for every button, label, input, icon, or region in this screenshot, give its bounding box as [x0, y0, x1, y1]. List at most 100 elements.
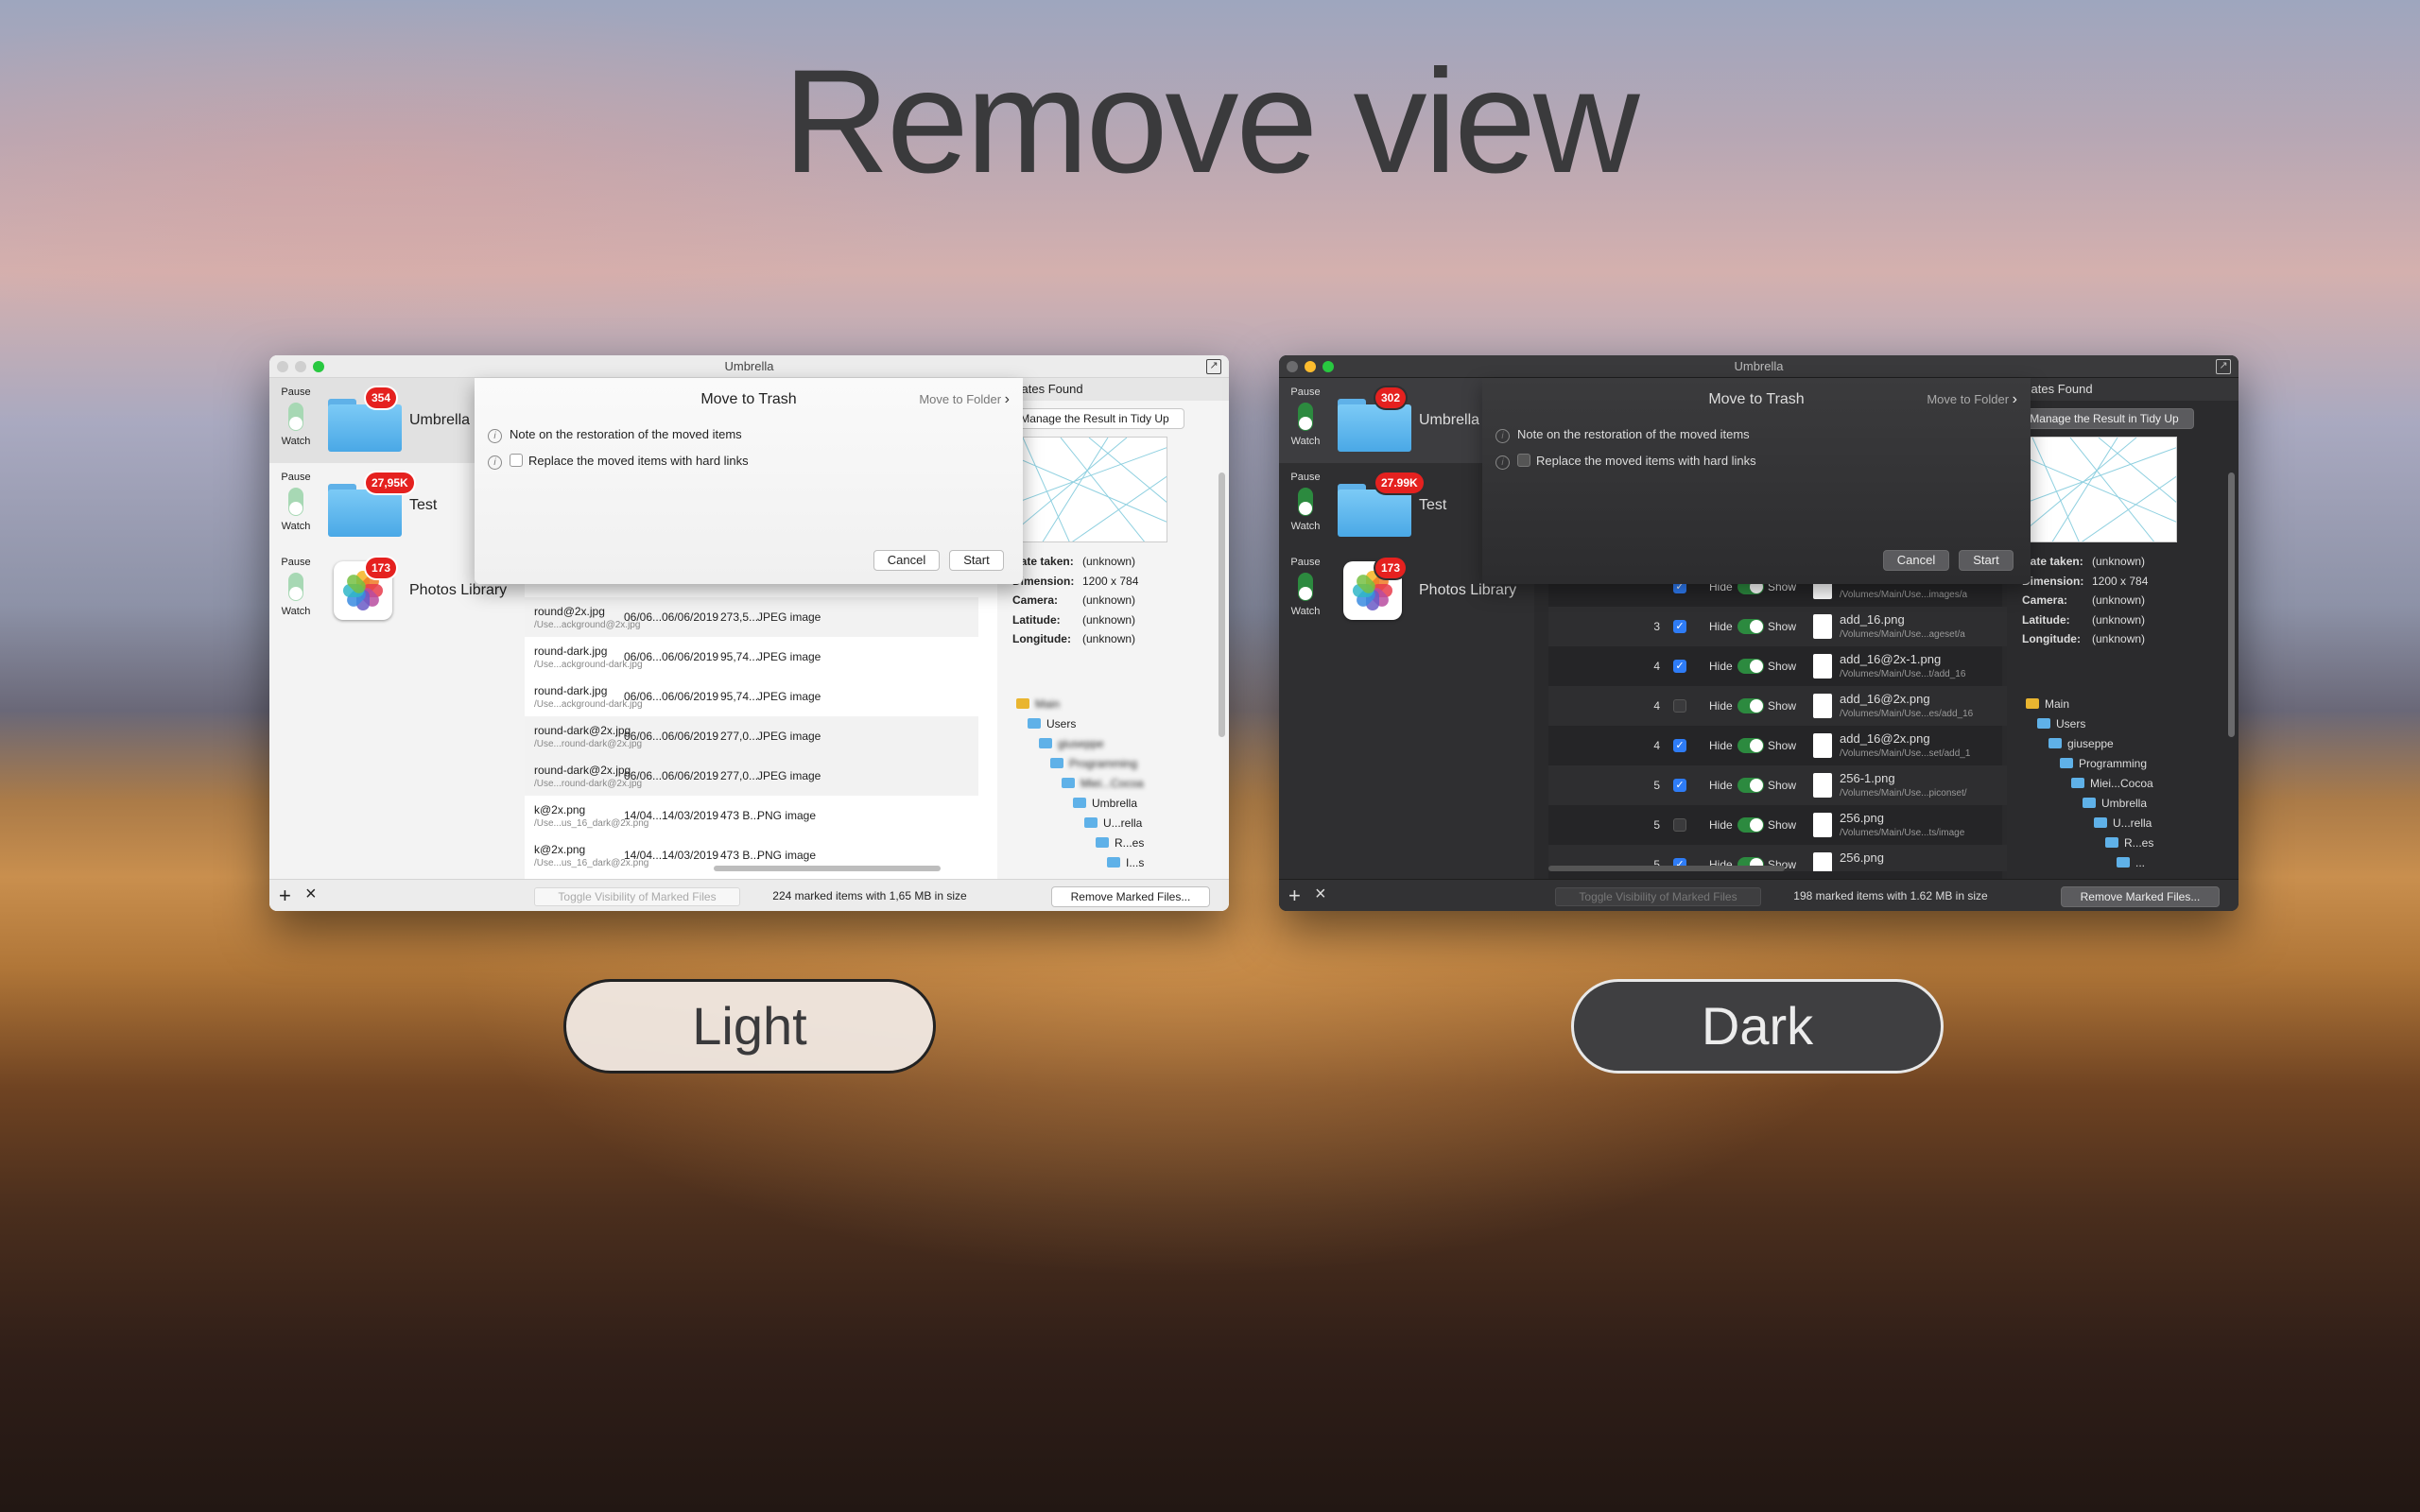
expand-icon[interactable]: ↗: [1206, 359, 1221, 374]
minimize-window-button[interactable]: [295, 361, 306, 372]
tree-node[interactable]: Umbrella: [1073, 794, 1160, 814]
file-path: /Volumes/Main/Use...images/a: [1840, 590, 1968, 600]
pause-watch-control[interactable]: Pause Watch: [277, 386, 315, 448]
zoom-window-button[interactable]: [313, 361, 324, 372]
watch-toggle[interactable]: [1298, 573, 1313, 601]
table-row[interactable]: 4 ✓ Hide Show add_16@2x-1.png/Volumes/Main/U…: [1548, 646, 2021, 686]
tree-node[interactable]: U...rella: [1084, 814, 1171, 833]
move-to-folder-link[interactable]: Move to Folder ›: [919, 391, 1010, 408]
cancel-button[interactable]: Cancel: [1883, 550, 1949, 571]
date-cell: 06/06...: [624, 690, 663, 703]
title-bar[interactable]: Umbrella ↗: [269, 355, 1229, 378]
table-row[interactable]: round-dark.jpg/Use...ackground-dark.jpg 0…: [525, 677, 978, 716]
info-icon[interactable]: i: [488, 455, 502, 470]
date-cell: 14/03/2019: [662, 809, 719, 822]
mark-checkbox[interactable]: [1673, 699, 1686, 713]
remove-marked-files-button[interactable]: Remove Marked Files...: [2061, 886, 2220, 907]
manage-tidy-up-button[interactable]: Manage the Result in Tidy Up: [1005, 408, 1184, 429]
horizontal-scrollbar[interactable]: [714, 866, 941, 871]
table-row[interactable]: 4 Hide Show add_16@2x.png/Volumes/Main/Use.…: [1548, 686, 2021, 726]
table-row[interactable]: k@2x.png/Use...us_16_dark@2x.png 14/04...…: [525, 796, 978, 835]
zoom-window-button[interactable]: [1322, 361, 1334, 372]
info-icon[interactable]: i: [1495, 455, 1510, 470]
table-row[interactable]: round-dark.jpg/Use...ackground-dark.jpg 0…: [525, 637, 978, 677]
watch-toggle[interactable]: [1298, 403, 1313, 431]
info-icon[interactable]: i: [488, 429, 502, 443]
minimize-window-button[interactable]: [1305, 361, 1316, 372]
mark-checkbox[interactable]: ✓: [1673, 620, 1686, 633]
file-name: round-dark@2x.jpg: [534, 724, 631, 737]
table-row[interactable]: 3 ✓ Hide Show add_16.png/Volumes/Main/Use...…: [1548, 607, 2021, 646]
vertical-scrollbar[interactable]: [2228, 472, 2235, 737]
move-to-folder-link[interactable]: Move to Folder ›: [1927, 391, 2017, 408]
sidebar-item-label: Umbrella: [409, 412, 471, 428]
show-toggle[interactable]: [1737, 698, 1764, 713]
hard-links-checkbox[interactable]: [510, 454, 523, 467]
tree-node[interactable]: Users: [2037, 714, 2124, 734]
tree-node[interactable]: Miei...Cocoa: [2071, 774, 2158, 794]
drive-icon: [2026, 698, 2039, 709]
pause-watch-control[interactable]: Pause Watch: [277, 471, 315, 533]
tree-node[interactable]: Users: [1028, 714, 1115, 734]
start-button[interactable]: Start: [1959, 550, 2014, 571]
mark-checkbox[interactable]: ✓: [1673, 739, 1686, 752]
table-row[interactable]: 4 ✓ Hide Show add_16@2x.png/Volumes/Main/Use…: [1548, 726, 2021, 765]
tree-node[interactable]: Main: [1016, 695, 1103, 714]
tree-node[interactable]: I...s: [1107, 853, 1194, 873]
hard-links-checkbox[interactable]: [1517, 454, 1530, 467]
vertical-scrollbar[interactable]: [1219, 472, 1225, 737]
table-row[interactable]: round-dark@2x.jpg/Use...round-dark@2x.jp…: [525, 716, 978, 756]
show-toggle[interactable]: [1737, 659, 1764, 674]
pause-watch-control[interactable]: Pause Watch: [1287, 386, 1324, 448]
tree-node[interactable]: R...es: [1096, 833, 1183, 853]
mark-checkbox[interactable]: ✓: [1673, 779, 1686, 792]
table-row[interactable]: 5 Hide Show 256.png/Volumes/Main/Use...ts/i…: [1548, 805, 2021, 845]
plus-icon[interactable]: +: [1288, 884, 1301, 908]
tree-node[interactable]: ...: [2117, 853, 2204, 873]
table-row[interactable]: round@2x.jpg/Use...ackground@2x.jpg 06/06…: [525, 597, 978, 637]
folder-icon: [2071, 778, 2084, 788]
toggle-visibility-button[interactable]: Toggle Visibility of Marked Files: [1555, 887, 1761, 906]
watch-toggle[interactable]: [288, 573, 303, 601]
close-icon[interactable]: ×: [305, 884, 317, 905]
watch-toggle[interactable]: [1298, 488, 1313, 516]
date-cell: 06/06...: [624, 610, 663, 624]
close-window-button[interactable]: [277, 361, 288, 372]
show-toggle[interactable]: [1737, 738, 1764, 753]
close-window-button[interactable]: [1287, 361, 1298, 372]
footer-bar: + × Toggle Visibility of Marked Files 19…: [1279, 879, 2238, 911]
pause-watch-control[interactable]: Pause Watch: [1287, 471, 1324, 533]
tree-node[interactable]: Programming: [2060, 754, 2147, 774]
pause-watch-control[interactable]: Pause Watch: [277, 556, 315, 618]
remove-marked-files-button[interactable]: Remove Marked Files...: [1051, 886, 1210, 907]
toggle-visibility-button[interactable]: Toggle Visibility of Marked Files: [534, 887, 740, 906]
tree-node[interactable]: R...es: [2105, 833, 2192, 853]
tree-node[interactable]: U...rella: [2094, 814, 2181, 833]
mark-checkbox[interactable]: [1673, 818, 1686, 832]
tree-node[interactable]: giuseppe: [1039, 734, 1126, 754]
tree-node[interactable]: Miei...Cocoa: [1062, 774, 1149, 794]
mark-checkbox[interactable]: ✓: [1673, 660, 1686, 673]
pause-watch-control[interactable]: Pause Watch: [1287, 556, 1324, 618]
expand-icon[interactable]: ↗: [2216, 359, 2231, 374]
info-icon[interactable]: i: [1495, 429, 1510, 443]
table-row[interactable]: 5 ✓ Hide Show 256-1.png/Volumes/Main/Use...p…: [1548, 765, 2021, 805]
show-toggle[interactable]: [1737, 619, 1764, 634]
horizontal-scrollbar[interactable]: [1548, 866, 1785, 871]
close-icon[interactable]: ×: [1315, 884, 1326, 905]
tree-node[interactable]: giuseppe: [2048, 734, 2135, 754]
watch-toggle[interactable]: [288, 403, 303, 431]
title-bar[interactable]: Umbrella ↗: [1279, 355, 2238, 378]
watch-toggle[interactable]: [288, 488, 303, 516]
start-button[interactable]: Start: [949, 550, 1004, 571]
tree-node[interactable]: Main: [2026, 695, 2113, 714]
tree-node[interactable]: Umbrella: [2083, 794, 2169, 814]
sidebar-item-label: Photos Library: [409, 582, 508, 598]
table-row[interactable]: round-dark@2x.jpg/Use...round-dark@2x.jp…: [525, 756, 978, 796]
cancel-button[interactable]: Cancel: [873, 550, 940, 571]
tree-node[interactable]: Programming: [1050, 754, 1137, 774]
manage-tidy-up-button[interactable]: Manage the Result in Tidy Up: [2014, 408, 2194, 429]
show-toggle[interactable]: [1737, 778, 1764, 793]
plus-icon[interactable]: +: [279, 884, 291, 908]
show-toggle[interactable]: [1737, 817, 1764, 833]
